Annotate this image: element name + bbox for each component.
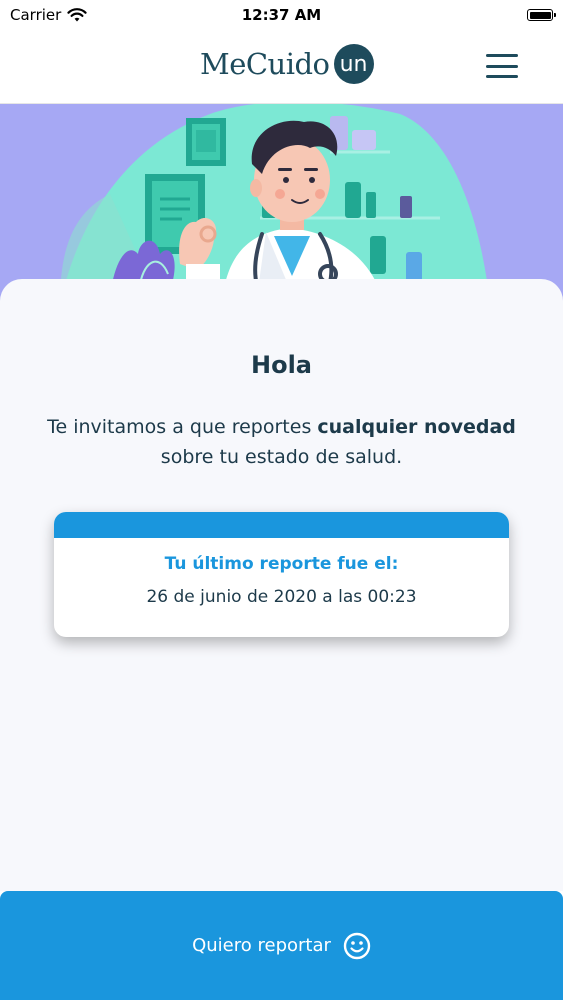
logo-badge: un bbox=[333, 44, 374, 84]
main-content: Hola Te invitamos a que reportes cualqui… bbox=[0, 279, 563, 891]
status-bar: Carrier 12:37 AM bbox=[0, 0, 563, 30]
app-logo: MeCuido un bbox=[200, 44, 374, 84]
wifi-icon bbox=[67, 7, 87, 21]
last-report-card: Tu último reporte fue el: 26 de junio de… bbox=[54, 512, 509, 637]
last-report-title: Tu último reporte fue el: bbox=[164, 554, 399, 574]
invite-text-suffix: sobre tu estado de salud. bbox=[160, 446, 403, 468]
carrier-label: Carrier bbox=[10, 6, 62, 24]
invite-text-bold: cualquier novedad bbox=[317, 416, 516, 438]
logo-text: MeCuido bbox=[200, 47, 330, 81]
battery-icon bbox=[527, 9, 556, 21]
hero-illustration bbox=[0, 104, 563, 304]
app-header: MeCuido un bbox=[0, 30, 563, 104]
last-report-card-header bbox=[54, 512, 509, 538]
smile-icon bbox=[343, 932, 371, 959]
invite-text-prefix: Te invitamos a que reportes bbox=[47, 416, 318, 438]
greeting-heading: Hola bbox=[251, 351, 312, 379]
last-report-date: 26 de junio de 2020 a las 00:23 bbox=[146, 587, 417, 607]
report-button-label: Quiero reportar bbox=[192, 935, 331, 956]
doctor-illustration bbox=[60, 104, 490, 304]
status-left: Carrier bbox=[10, 6, 87, 24]
invite-text: Te invitamos a que reportes cualquier no… bbox=[40, 412, 523, 472]
hamburger-menu-icon[interactable] bbox=[486, 54, 518, 78]
report-button[interactable]: Quiero reportar bbox=[0, 891, 563, 1000]
